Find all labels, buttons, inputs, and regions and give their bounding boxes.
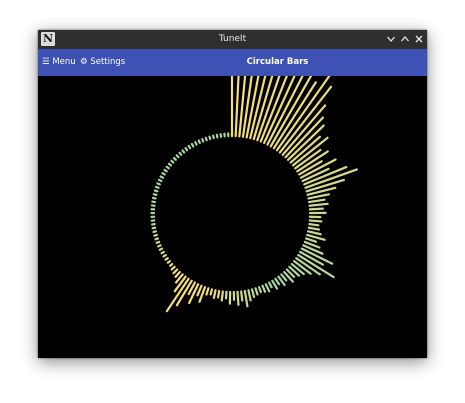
visualizer-bar: [154, 185, 160, 189]
visualizer-bar: [257, 286, 262, 294]
visualizer-bar: [157, 178, 163, 183]
visualizer-bar: [250, 288, 256, 299]
visualizer-bar: [170, 159, 175, 164]
visualizer-bar: [212, 289, 217, 299]
visualizer-bar: [169, 262, 174, 267]
visualizer-bar: [152, 193, 158, 196]
visualizer-bar: [306, 230, 322, 236]
maximize-button[interactable]: [398, 32, 412, 46]
visualizer-bar: [212, 134, 215, 140]
visualizer-bar: [153, 189, 159, 193]
visualizer-bar: [167, 162, 173, 167]
minimize-button[interactable]: [384, 32, 398, 46]
visualizer-bar: [194, 141, 198, 146]
visualizer-bar: [243, 289, 249, 308]
visualizer-bar: [152, 230, 158, 234]
visualizer-bar: [187, 144, 192, 150]
visualizer-bar: [240, 290, 244, 302]
visualizer-bar: [160, 250, 165, 255]
toolbar: ☰ Menu ⚙ Settings Circular Bars: [38, 49, 427, 76]
visualizer-bar: [308, 202, 329, 207]
visualizer-bar: [274, 277, 281, 286]
menu-button[interactable]: ☰ Menu: [42, 49, 76, 76]
visualizer-bar: [268, 281, 273, 289]
visualizer-bar: [184, 147, 189, 152]
visualizer-bar: [307, 198, 326, 204]
visualizer-bar: [172, 156, 177, 161]
visualizer-bar: [172, 268, 179, 275]
visualizer-bar: [161, 172, 166, 176]
visualizer-bar: [308, 207, 324, 211]
visualizer-bar: [153, 233, 158, 237]
view-title: Circular Bars: [246, 57, 309, 67]
visualizer-bar: [164, 257, 169, 261]
visualizer-bar: [204, 136, 208, 142]
visualizer-bar: [151, 196, 157, 200]
visualizer-bar: [178, 151, 183, 156]
visualizer-bar: [290, 262, 305, 276]
visualizer-bar: [280, 273, 288, 282]
close-button[interactable]: [412, 32, 426, 46]
visualizer-bar: [196, 284, 203, 297]
visualizer-bar: [174, 270, 181, 278]
visualizer-bar: [190, 142, 195, 148]
visualizer-bar: [308, 223, 320, 227]
visualizer-bar: [170, 265, 176, 271]
window-title: TuneIt: [218, 34, 247, 44]
close-icon: [412, 32, 426, 46]
visualizer-bar: [264, 283, 271, 293]
visualizer-bar: [201, 137, 205, 143]
circular-bars-visualizer: [150, 30, 358, 313]
settings-button[interactable]: ⚙ Settings: [80, 49, 125, 76]
title-bar[interactable]: N TuneIt: [38, 30, 427, 49]
visualizer-bar: [197, 139, 201, 145]
chevron-up-icon: [398, 32, 412, 46]
visualizer-canvas: [38, 30, 427, 358]
visualizer-bar: [304, 237, 318, 243]
visualizer-bar: [158, 247, 164, 251]
visualizer-bar: [296, 150, 329, 173]
visualizer-bar: [166, 260, 171, 264]
visualizer-bar: [163, 168, 168, 173]
visualizer-bar: [155, 240, 161, 244]
visualizer-bar: [165, 165, 170, 170]
visualizer-bar: [205, 287, 210, 296]
visualizer-bar: [165, 277, 190, 313]
visualizer-bar: [175, 154, 180, 159]
visualizer-bar: [208, 135, 212, 141]
chevron-down-icon: [384, 32, 398, 46]
app-window: N TuneIt ☰ Menu ⚙ Settings Circular Bars: [38, 30, 427, 358]
visualizer-bar: [261, 284, 267, 293]
visualizer-bar: [307, 226, 321, 231]
visualizer-bar: [157, 244, 162, 248]
visualizer-bar: [209, 288, 214, 296]
visualizer-bar: [216, 289, 221, 299]
visualizer-bar: [154, 237, 160, 241]
visualizer-bar: [220, 290, 224, 302]
visualizer-bar: [156, 182, 161, 186]
visualizer-bar: [159, 175, 165, 179]
visualizer-bar: [162, 254, 167, 258]
visualizer-bar: [247, 289, 252, 302]
visualizer-bar: [236, 290, 240, 306]
visualizer-bar: [308, 219, 323, 223]
visualizer-bar: [254, 287, 259, 296]
visualizer-bar: [181, 149, 186, 154]
